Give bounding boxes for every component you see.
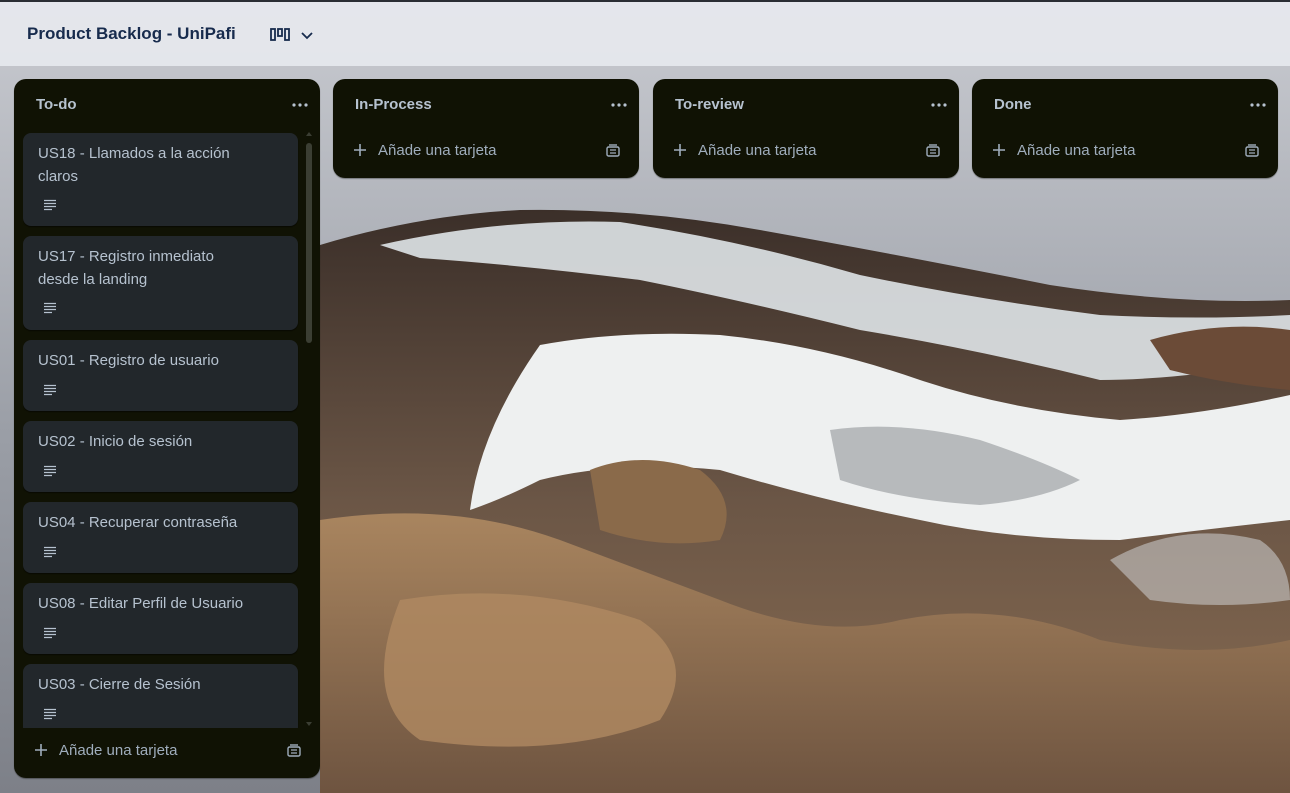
plus-icon (354, 144, 366, 156)
description-icon (44, 384, 56, 396)
plus-icon (35, 744, 47, 756)
card-list: US18 - Llamados a la acción claros US17 … (23, 133, 312, 728)
card-title: US08 - Editar Perfil de Usuario (38, 595, 244, 612)
board-header: Product Backlog - UniPafi (0, 0, 1290, 66)
scroll-up-arrow-icon[interactable] (305, 130, 313, 138)
card-title: US17 - Registro inmediato desde la landi… (38, 248, 214, 288)
list-title[interactable]: To-do (36, 96, 77, 113)
scroll-thumb[interactable] (306, 143, 312, 343)
list-title[interactable]: Done (994, 96, 1032, 113)
ellipsis-icon[interactable] (609, 95, 629, 115)
list-in-process: In-Process Añade una tarjeta (333, 79, 639, 178)
card-title: US18 - Llamados a la acción claros (38, 145, 230, 185)
description-icon (44, 199, 56, 211)
list-done: Done Añade una tarjeta (972, 79, 1278, 178)
add-card-button[interactable]: Añade una tarjeta (343, 135, 629, 167)
list-title[interactable]: To-review (675, 96, 744, 113)
card-template-icon[interactable] (925, 143, 941, 159)
card[interactable]: US08 - Editar Perfil de Usuario (23, 583, 298, 654)
add-card-label: Añade una tarjeta (698, 142, 817, 159)
card[interactable]: US02 - Inicio de sesión (23, 421, 298, 492)
card-template-icon[interactable] (286, 743, 302, 759)
list-to-review: To-review Añade una tarjeta (653, 79, 959, 178)
description-icon (44, 302, 56, 314)
add-card-button[interactable]: Añade una tarjeta (982, 135, 1268, 167)
card[interactable]: US01 - Registro de usuario (23, 340, 298, 411)
card-template-icon[interactable] (1244, 143, 1260, 159)
card[interactable]: US04 - Recuperar contraseña (23, 502, 298, 573)
description-icon (44, 546, 56, 558)
card[interactable]: US17 - Registro inmediato desde la landi… (23, 236, 298, 330)
board-title[interactable]: Product Backlog - UniPafi (27, 24, 236, 44)
add-card-label: Añade una tarjeta (59, 742, 178, 759)
plus-icon (993, 144, 1005, 156)
ellipsis-icon[interactable] (929, 95, 949, 115)
ellipsis-icon[interactable] (1248, 95, 1268, 115)
card-title: US02 - Inicio de sesión (38, 433, 193, 450)
description-icon (44, 708, 56, 720)
scroll-down-arrow-icon[interactable] (305, 720, 313, 728)
board-view-icon[interactable] (270, 27, 290, 43)
card[interactable]: US03 - Cierre de Sesión (23, 664, 298, 728)
plus-icon (674, 144, 686, 156)
card-title: US01 - Registro de usuario (38, 352, 219, 369)
card-template-icon[interactable] (605, 143, 621, 159)
card-title: US04 - Recuperar contraseña (38, 514, 238, 531)
chevron-down-icon[interactable] (299, 28, 315, 44)
list-todo: To-do US18 - Llamados a la acción claros… (14, 79, 320, 778)
ellipsis-icon[interactable] (290, 95, 310, 115)
list-title[interactable]: In-Process (355, 96, 432, 113)
add-card-label: Añade una tarjeta (1017, 142, 1136, 159)
add-card-label: Añade una tarjeta (378, 142, 497, 159)
card[interactable]: US18 - Llamados a la acción claros (23, 133, 298, 226)
description-icon (44, 465, 56, 477)
add-card-button[interactable]: Añade una tarjeta (24, 735, 310, 767)
list-scrollbar[interactable] (303, 129, 315, 729)
add-card-button[interactable]: Añade una tarjeta (663, 135, 949, 167)
card-title: US03 - Cierre de Sesión (38, 676, 201, 693)
description-icon (44, 627, 56, 639)
